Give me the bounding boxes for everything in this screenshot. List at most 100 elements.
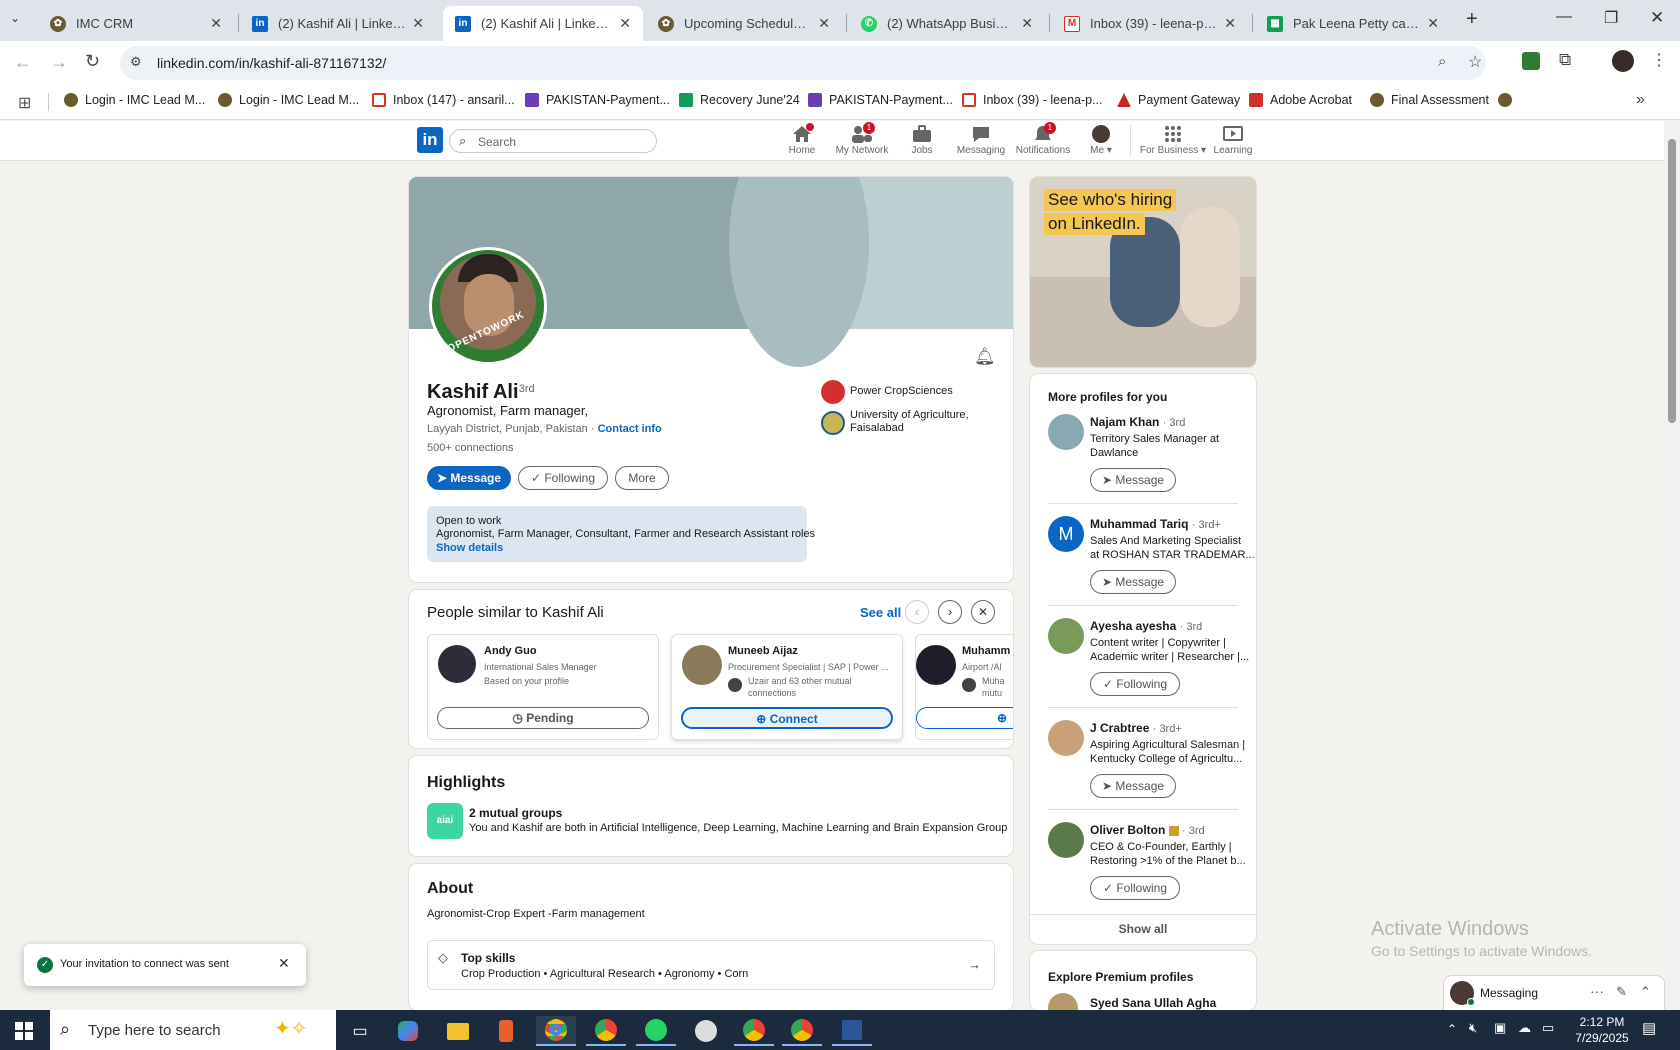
bookmark-item[interactable]: Inbox (147) - ansaril... — [372, 93, 515, 107]
windows-start-icon[interactable] — [4, 1016, 44, 1046]
linkedin-logo-icon[interactable]: in — [417, 127, 443, 153]
browser-tab-upcoming-schedules[interactable]: ✿ Upcoming Schedules | IM ✕ — [646, 6, 842, 41]
bookmark-item[interactable]: Inbox (39) - leena-p... — [962, 93, 1103, 107]
close-icon[interactable]: ✕ — [278, 955, 290, 972]
minimize-window-icon[interactable]: — — [1556, 8, 1572, 26]
browser-tab-gmail[interactable]: M Inbox (39) - leena-pk@im ✕ — [1052, 6, 1248, 41]
bookmark-item[interactable]: PAKISTAN-Payment... — [525, 93, 670, 107]
zoom-icon[interactable]: ⌕ — [1438, 53, 1446, 70]
network-icon[interactable]: ▣ — [1494, 1020, 1506, 1036]
carousel-next-button[interactable]: › — [938, 600, 962, 624]
whatsapp-taskbar-icon[interactable] — [636, 1016, 676, 1046]
site-settings-icon[interactable]: ⚙ — [130, 54, 142, 70]
education[interactable]: University of Agriculture, Faisalabad — [850, 409, 969, 435]
pending-button[interactable]: ◷ Pending — [437, 707, 649, 729]
search-input[interactable]: ⌕ Search — [449, 129, 657, 153]
nav-learning[interactable]: Learning — [1200, 125, 1266, 156]
close-window-icon[interactable]: ✕ — [1650, 8, 1664, 28]
word-taskbar-icon[interactable] — [832, 1016, 872, 1046]
system-clock[interactable]: 2:12 PM 7/29/2025 — [1570, 1014, 1634, 1046]
bookmark-item[interactable]: Adobe Acrobat — [1249, 93, 1352, 107]
browser-menu-icon[interactable]: ⋮ — [1651, 50, 1667, 70]
person-name[interactable]: Syed Sana Ullah Agha — [1090, 996, 1216, 1010]
back-arrow-icon[interactable]: ← — [14, 52, 32, 73]
task-view-icon[interactable]: ▭ — [340, 1016, 380, 1046]
carousel-prev-button[interactable]: ‹ — [905, 600, 929, 624]
bell-icon[interactable]: 🔔︎ — [974, 347, 996, 367]
notification-center-icon[interactable]: ▤ — [1642, 1019, 1656, 1037]
avatar[interactable] — [1048, 618, 1084, 654]
close-tab-icon[interactable]: ✕ — [210, 15, 222, 32]
reload-icon[interactable]: ↻ — [85, 51, 100, 72]
volume-muted-icon[interactable]: 🔇︎ — [1469, 1020, 1477, 1036]
nav-my-network[interactable]: 1 My Network — [830, 122, 894, 156]
profile-photo[interactable]: #OPENTOWORK — [429, 247, 547, 365]
bookmark-item[interactable]: Payment Gateway — [1117, 93, 1240, 107]
message-button[interactable]: ➤ Message — [1090, 774, 1176, 798]
bookmark-item[interactable]: Recovery June'24 — [679, 93, 800, 107]
arrow-right-icon[interactable]: → — [968, 957, 981, 972]
avatar[interactable] — [1048, 993, 1078, 1010]
display-icon[interactable]: ▭ — [1542, 1020, 1554, 1036]
close-tab-icon[interactable]: ✕ — [412, 15, 424, 32]
avatar[interactable] — [1048, 720, 1084, 756]
forward-arrow-icon[interactable]: → — [50, 52, 68, 73]
message-button[interactable]: ➤ Message — [1090, 468, 1176, 492]
avatar[interactable] — [1048, 414, 1084, 450]
mutual-groups-title[interactable]: 2 mutual groups — [469, 806, 562, 820]
profile-name-row[interactable]: Oliver Bolton · 3rd — [1090, 823, 1205, 837]
dismiss-close-icon[interactable]: ✕ — [971, 600, 995, 624]
profile-name-row[interactable]: Muhammad Tariq · 3rd+ — [1090, 517, 1221, 531]
chevron-up-icon[interactable]: ⌃ — [1640, 984, 1651, 1000]
tray-chevron-up-icon[interactable]: ⌃ — [1447, 1022, 1457, 1036]
bookmark-item[interactable]: Final Assessment — [1370, 93, 1489, 107]
scrollbar-thumb[interactable] — [1668, 139, 1676, 423]
bookmark-item[interactable]: Login - IMC Lead M... — [64, 93, 205, 107]
tab-search-chevron-icon[interactable]: ⌄ — [10, 11, 20, 25]
extensions-puzzle-icon[interactable]: ⧉ — [1559, 50, 1571, 70]
file-explorer-icon[interactable] — [438, 1016, 478, 1046]
profile-avatar[interactable] — [1612, 50, 1634, 72]
browser-tab-linkedin-active[interactable]: in (2) Kashif Ali | LinkedIn ✕ — [443, 6, 643, 41]
message-button[interactable]: ➤ Message — [1090, 570, 1176, 594]
apps-grid-icon[interactable]: ⊞ — [18, 93, 31, 113]
nav-me[interactable]: Me ▾ — [1068, 125, 1134, 156]
url-omnibox[interactable]: ⚙ linkedin.com/in/kashif-ali-871167132/ … — [120, 46, 1486, 80]
close-tab-icon[interactable]: ✕ — [1021, 15, 1033, 32]
more-button[interactable]: More — [615, 466, 669, 490]
similar-person-card[interactable]: Muhamm Airport /Al Muha mutu ⊕ — [915, 634, 1013, 740]
following-button[interactable]: ✓ Following — [1090, 876, 1180, 900]
bookmark-item[interactable]: PAKISTAN-Payment... — [808, 93, 953, 107]
messaging-overlay-bar[interactable]: Messaging ··· ✎ ⌃ — [1444, 976, 1664, 1010]
following-button[interactable]: ✓ Following — [1090, 672, 1180, 696]
app-icon[interactable] — [486, 1016, 526, 1046]
profile-name-row[interactable]: J Crabtree · 3rd+ — [1090, 721, 1182, 735]
connect-button[interactable]: ⊕ Connect — [681, 707, 893, 729]
nav-home[interactable]: Home — [770, 123, 834, 156]
close-tab-icon[interactable]: ✕ — [1427, 15, 1439, 32]
more-bookmarks-chevron-icon[interactable]: » — [1636, 91, 1645, 109]
app-icon[interactable] — [686, 1016, 726, 1046]
restore-window-icon[interactable]: ❐ — [1604, 8, 1618, 28]
page-scrollbar[interactable] — [1664, 121, 1680, 1010]
more-options-icon[interactable]: ··· — [1590, 983, 1604, 999]
avatar[interactable]: M — [1048, 516, 1084, 552]
connect-button[interactable]: ⊕ — [916, 707, 1013, 729]
see-all-link[interactable]: See all — [860, 605, 901, 620]
nav-for-business[interactable]: For Business ▾ — [1138, 125, 1208, 156]
similar-person-card[interactable]: Andy Guo International Sales Manager Bas… — [427, 634, 659, 740]
contact-info-link[interactable]: Contact info — [598, 423, 662, 435]
profile-name-row[interactable]: Najam Khan · 3rd — [1090, 415, 1185, 429]
browser-tab-whatsapp[interactable]: ✆ (2) WhatsApp Business ✕ — [849, 6, 1045, 41]
new-tab-plus-icon[interactable]: + — [1466, 8, 1478, 31]
chrome-taskbar-icon[interactable] — [586, 1016, 626, 1046]
browser-tab-sheets[interactable]: ▦ Pak Leena Petty cash - Go ✕ — [1255, 6, 1451, 41]
message-button[interactable]: ➤ Message — [427, 466, 511, 490]
close-tab-icon[interactable]: ✕ — [818, 15, 830, 32]
taskbar-search-box[interactable]: ⌕ Type here to search ✦✧ — [50, 1010, 336, 1050]
close-tab-icon[interactable]: ✕ — [619, 15, 631, 32]
show-details-link[interactable]: Show details — [436, 542, 503, 554]
chrome-taskbar-icon[interactable] — [782, 1016, 822, 1046]
bookmark-star-icon[interactable]: ☆ — [1468, 52, 1482, 72]
browser-tab-imc-crm[interactable]: ✿ IMC CRM ✕ — [38, 6, 234, 41]
